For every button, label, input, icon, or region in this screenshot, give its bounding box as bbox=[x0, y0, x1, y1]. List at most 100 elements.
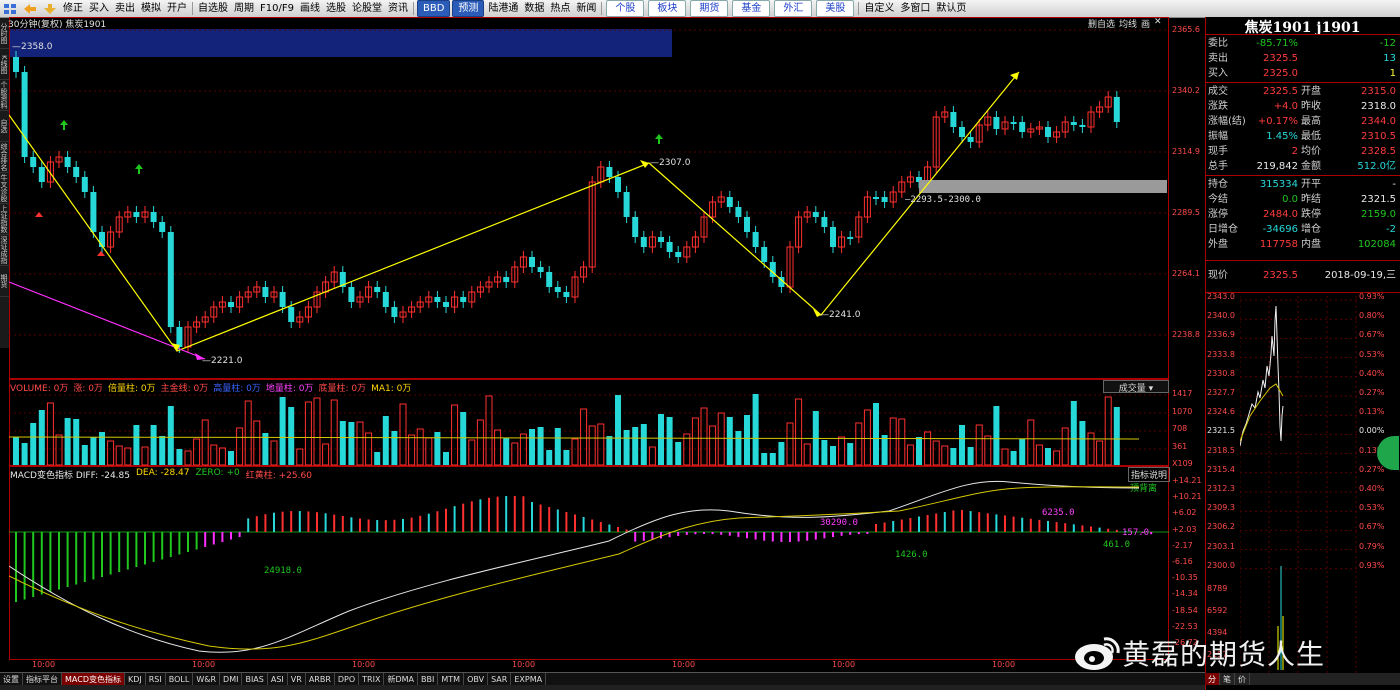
candle-body bbox=[133, 212, 140, 217]
watermark-text: 黄磊的期货人生 bbox=[1122, 638, 1326, 671]
intraday-axis-label: 0.40% bbox=[1359, 368, 1385, 378]
left-strip-item[interactable]: 深证成指 bbox=[0, 235, 9, 266]
candle-body bbox=[391, 307, 398, 317]
toolbar-f10-button[interactable]: F10/F9 bbox=[257, 1, 297, 16]
diff-line bbox=[9, 480, 1140, 653]
macd-histogram-bar bbox=[1021, 517, 1024, 532]
quote-label: 振幅 bbox=[1208, 131, 1228, 142]
toolbar-headlines-button[interactable]: 新闻 bbox=[573, 1, 599, 16]
toolbar-futures-button[interactable]: 期货 bbox=[690, 0, 729, 17]
intraday-axis-label: 0.27% bbox=[1359, 388, 1385, 397]
macd-histogram-bar bbox=[1072, 524, 1075, 532]
candle-body bbox=[382, 292, 389, 307]
volume-bar bbox=[81, 445, 88, 465]
left-strip-item[interactable]: K线图 bbox=[0, 49, 9, 80]
left-strip-item[interactable]: 个股资料 bbox=[0, 80, 9, 111]
indicator-tab-bar: 设置 指标平台 MACD变色指标 KDJ RSI BOLL W&R DMI BIAS ASI VR A… bbox=[0, 672, 1205, 686]
volume-bar bbox=[73, 419, 80, 465]
macd-histogram-bar bbox=[1090, 526, 1092, 532]
volume-bar bbox=[13, 437, 19, 465]
toolbar-multiwindow-button[interactable]: 多窗口 bbox=[897, 1, 933, 16]
volume-bar bbox=[691, 417, 699, 466]
toolbar-watchlist-button[interactable]: 自选股 bbox=[195, 1, 231, 16]
toolbar-default-button[interactable]: 默认页 bbox=[933, 1, 969, 16]
volume-bar bbox=[906, 444, 914, 466]
candle-body bbox=[658, 237, 664, 242]
y-axis-label: -6.16 bbox=[1172, 557, 1193, 566]
y-axis-label: +6.02 bbox=[1172, 508, 1197, 518]
left-strip-item[interactable]: 综合排名 bbox=[0, 142, 9, 173]
quote-value: +0.17% bbox=[1257, 116, 1298, 127]
left-strip-item[interactable]: 期货 bbox=[0, 266, 9, 297]
macd-histogram-bar bbox=[144, 532, 146, 565]
quote-label: 均价 bbox=[1301, 146, 1321, 157]
macd-histogram-bar bbox=[608, 524, 611, 532]
macd-histogram-bar bbox=[1047, 521, 1049, 532]
quote-row: 涨停 2484.0 跌停 2159.0 bbox=[1208, 207, 1398, 222]
toolbar-fund-button[interactable]: 基金 bbox=[732, 0, 771, 17]
toolbar-us-button[interactable]: 美股 bbox=[816, 0, 855, 17]
y-axis-label: 1417 bbox=[1172, 389, 1193, 398]
quote-value: 315334 bbox=[1259, 179, 1298, 190]
toolbar-connect-button[interactable]: 陆港通 bbox=[485, 1, 521, 16]
quote-label: 日增仓 bbox=[1208, 224, 1238, 235]
forward-arrow-icon[interactable] bbox=[40, 1, 60, 16]
toolbar-forecast-button[interactable]: 预测 bbox=[452, 0, 485, 17]
toolbar-sell-button[interactable]: 卖出 bbox=[112, 1, 138, 16]
tab-price[interactable]: 价 bbox=[1235, 673, 1250, 685]
candle-body bbox=[434, 297, 441, 302]
toolbar-draw-button[interactable]: 画线 bbox=[297, 1, 323, 16]
tab-tick[interactable]: 笔 bbox=[1220, 673, 1235, 685]
volume-bar bbox=[494, 429, 502, 466]
toolbar-stock-button[interactable]: 个股 bbox=[606, 0, 645, 17]
quote-row: 振幅 1.45% 最低 2310.5 bbox=[1208, 129, 1398, 144]
toolbar-bbd-button[interactable]: BBD bbox=[416, 0, 451, 17]
toolbar-sector-button[interactable]: 板块 bbox=[648, 0, 687, 17]
quote-label: 外盘 bbox=[1208, 239, 1228, 250]
left-strip-item[interactable]: 牛叉诊股 bbox=[0, 173, 9, 204]
quote-value: 0.0 bbox=[1282, 194, 1298, 205]
candle-body bbox=[288, 307, 295, 322]
volume-bar bbox=[443, 452, 449, 465]
volume-bar bbox=[218, 447, 226, 466]
candle-body bbox=[1113, 97, 1120, 122]
volume-bar bbox=[726, 417, 733, 465]
toolbar-period-button[interactable]: 周期 bbox=[231, 1, 257, 16]
toolbar-simulate-button[interactable]: 模拟 bbox=[138, 1, 164, 16]
macd-histogram-bar bbox=[565, 512, 568, 532]
macd-histogram-bar bbox=[66, 532, 69, 587]
toolbar-screener-button[interactable]: 选股 bbox=[323, 1, 349, 16]
macd-histogram-bar bbox=[599, 522, 602, 532]
macd-histogram-bar bbox=[995, 514, 998, 532]
volume-bar bbox=[416, 428, 424, 466]
intraday-axis-label: 0.93% bbox=[1359, 292, 1385, 301]
intraday-axis-label: 2324.6 bbox=[1207, 407, 1235, 417]
macd-histogram-bar bbox=[900, 519, 903, 532]
volume-bar bbox=[529, 429, 535, 465]
macd-histogram-bar bbox=[333, 514, 336, 532]
toolbar-news-button[interactable]: 资讯 bbox=[385, 1, 411, 16]
toolbar-forum-button[interactable]: 论股堂 bbox=[349, 1, 385, 16]
left-strip-item[interactable]: 自选 bbox=[0, 111, 9, 142]
toolbar-buy-button[interactable]: 买入 bbox=[86, 1, 112, 16]
quote-row: 今结 0.0 昨结 2321.5 bbox=[1208, 192, 1398, 207]
macd-histogram-bar bbox=[178, 532, 181, 555]
toolbar-forex-button[interactable]: 外汇 bbox=[774, 0, 813, 17]
toolbar-repair-button[interactable]: 修正 bbox=[60, 1, 86, 16]
y-axis-label: +2.03 bbox=[1172, 524, 1197, 534]
y-axis-label: -10.35 bbox=[1172, 573, 1198, 583]
toolbar-open-account-button[interactable]: 开户 bbox=[164, 1, 190, 16]
left-strip-item[interactable]: 上证指数 bbox=[0, 204, 9, 235]
macd-histogram-bar bbox=[763, 532, 766, 541]
macd-histogram-bar bbox=[556, 509, 559, 532]
toolbar-custom-button[interactable]: 自定义 bbox=[861, 1, 897, 16]
quote-label: 委比 bbox=[1208, 38, 1228, 49]
tab-minute[interactable]: 分 bbox=[1205, 673, 1220, 685]
candle-body bbox=[554, 287, 561, 292]
toolbar-data-button[interactable]: 数据 bbox=[521, 1, 547, 16]
macd-histogram-bar bbox=[238, 532, 241, 537]
candle-body bbox=[830, 227, 836, 247]
grid-menu-icon[interactable] bbox=[0, 1, 20, 16]
back-arrow-icon[interactable] bbox=[20, 1, 40, 16]
toolbar-hot-button[interactable]: 热点 bbox=[547, 1, 573, 16]
